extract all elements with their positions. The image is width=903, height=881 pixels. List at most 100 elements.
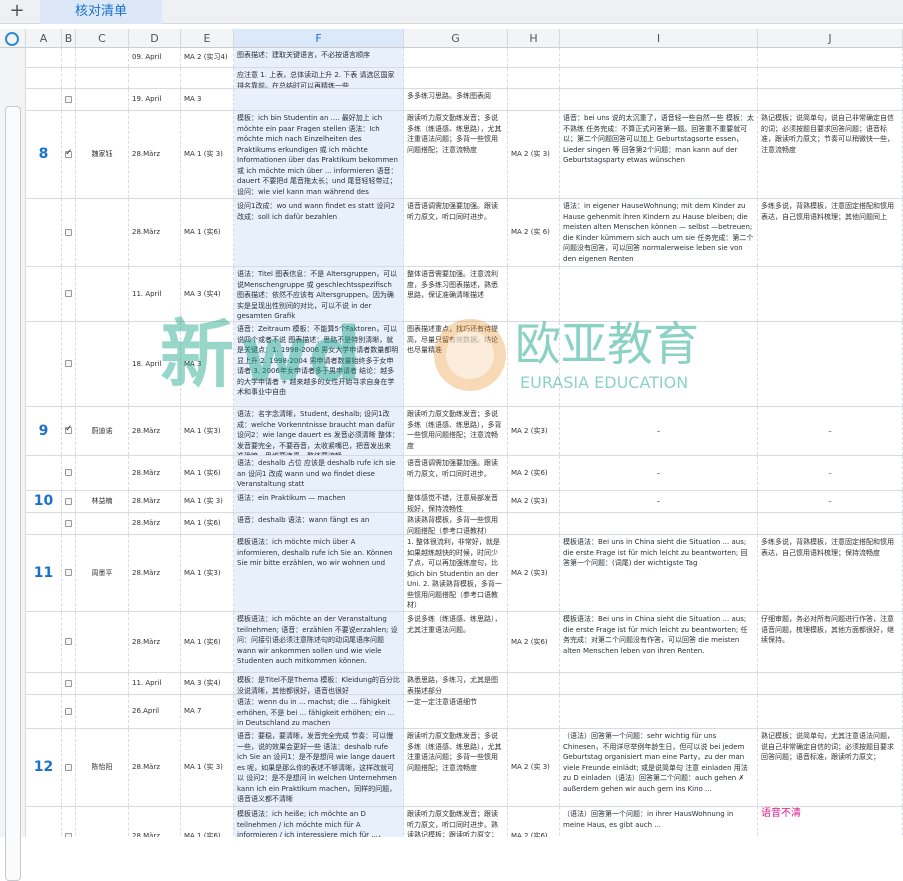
name-cell[interactable]	[76, 807, 129, 837]
feedback2-cell[interactable]: （语法）回答第一个问题：sehr wichtig für uns Chinese…	[560, 729, 758, 806]
task-cell[interactable]: MA 3	[181, 89, 234, 110]
name-cell[interactable]	[76, 89, 129, 110]
task-cell[interactable]: MA 1 (实3)	[181, 535, 234, 611]
row-number-cell[interactable]: 12	[26, 729, 62, 806]
column-header-j[interactable]: J	[758, 29, 903, 48]
name-cell[interactable]	[76, 48, 129, 67]
advice2-cell[interactable]: 语音不清	[758, 807, 903, 837]
name-cell[interactable]	[76, 456, 129, 490]
feedback-cell[interactable]: 语法：ein Praktikum — machen	[234, 491, 404, 512]
feedback2-cell[interactable]	[560, 513, 758, 534]
column-header-d[interactable]: D	[129, 29, 181, 48]
checkbox-cell[interactable]	[62, 695, 76, 728]
row-number-cell[interactable]	[26, 673, 62, 694]
feedback2-cell[interactable]: 语音：bei uns 说的太沉重了，语音轻一些自然一些 模板：太不熟练 任务完成…	[560, 111, 758, 198]
task2-cell[interactable]	[508, 267, 560, 321]
name-cell[interactable]	[76, 199, 129, 266]
row-number-cell[interactable]	[26, 456, 62, 490]
task2-cell[interactable]: MA 2 (实 3)	[508, 729, 560, 806]
row-number-cell[interactable]	[26, 695, 62, 728]
task-cell[interactable]	[181, 68, 234, 88]
column-header-a[interactable]: A	[26, 29, 62, 48]
advice2-cell[interactable]	[758, 89, 903, 110]
tab-checklist[interactable]: 核对清单	[40, 0, 162, 24]
date-cell[interactable]: 11. April	[129, 673, 181, 694]
task2-cell[interactable]	[508, 695, 560, 728]
task-cell[interactable]: MA 1 (实3)	[181, 407, 234, 455]
task-cell[interactable]: MA 1 (实 3)	[181, 111, 234, 198]
add-sheet-button[interactable]: +	[8, 1, 26, 21]
checkbox[interactable]	[65, 519, 72, 527]
advice2-cell[interactable]	[758, 322, 903, 406]
advice2-cell[interactable]: 多练多说，背熟模板，注意固定搭配和惯用表达，自己惯用语料梳理；保持流畅度	[758, 535, 903, 611]
date-cell[interactable]: 28.März	[129, 199, 181, 266]
feedback2-cell[interactable]	[560, 695, 758, 728]
row-number-cell[interactable]	[26, 68, 62, 88]
checkbox-cell[interactable]	[62, 267, 76, 321]
advice-cell[interactable]: 多说多练（练语感、练思路），尤其注重语法问题。	[404, 612, 508, 672]
checkbox-cell[interactable]	[62, 729, 76, 806]
date-cell[interactable]	[129, 68, 181, 88]
checkbox-cell[interactable]	[62, 807, 76, 837]
name-cell[interactable]	[76, 322, 129, 406]
advice2-cell[interactable]: –	[758, 456, 903, 490]
checkbox[interactable]	[65, 290, 72, 297]
checkbox[interactable]	[65, 424, 73, 435]
advice-cell[interactable]: 整体感觉不错，注意局部发音规好，保持流畅性	[404, 491, 508, 512]
date-cell[interactable]: 09. April	[129, 48, 181, 67]
checkbox-cell[interactable]	[62, 68, 76, 88]
feedback2-cell[interactable]: （语法）回答第一个问题：in ihrer HausWohnung in mein…	[560, 807, 758, 837]
task2-cell[interactable]	[508, 322, 560, 406]
checkbox-cell[interactable]	[62, 491, 76, 512]
name-cell[interactable]: 蔚迪诺	[76, 407, 129, 455]
column-header-c[interactable]: C	[76, 29, 129, 48]
name-cell[interactable]: 周墨平	[76, 535, 129, 611]
row-number-cell[interactable]	[26, 513, 62, 534]
advice2-cell[interactable]	[758, 267, 903, 321]
date-cell[interactable]: 28.März	[129, 111, 181, 198]
task2-cell[interactable]: MA 2 (实6)	[508, 612, 560, 672]
row-number-cell[interactable]	[26, 267, 62, 321]
advice2-cell[interactable]: –	[758, 491, 903, 512]
task-cell[interactable]: MA 1 (实6)	[181, 456, 234, 490]
column-header-e[interactable]: E	[181, 29, 234, 48]
feedback2-cell[interactable]	[560, 267, 758, 321]
task-cell[interactable]: MA 3 (实4)	[181, 673, 234, 694]
advice2-cell[interactable]	[758, 68, 903, 88]
checkbox[interactable]	[65, 228, 72, 236]
advice2-cell[interactable]: 熟记模板；说简单句，尤其注意语法问题，说自己非常确定自信的词；必须按题目要求回答…	[758, 729, 903, 806]
checkbox-cell[interactable]	[62, 513, 76, 534]
task2-cell[interactable]: MA 2 (实6)	[508, 807, 560, 837]
feedback-cell[interactable]: 模板语法：ich heiße; ich möchte an D teilnehm…	[234, 807, 404, 837]
advice2-cell[interactable]	[758, 695, 903, 728]
feedback2-cell[interactable]	[560, 68, 758, 88]
advice2-cell[interactable]	[758, 48, 903, 67]
task-cell[interactable]: MA 7	[181, 695, 234, 728]
task2-cell[interactable]: MA 2 (实 3)	[508, 111, 560, 198]
task2-cell[interactable]	[508, 673, 560, 694]
checkbox[interactable]	[65, 469, 72, 476]
column-header-f[interactable]: F	[234, 29, 404, 48]
feedback2-cell[interactable]: –	[560, 407, 758, 455]
feedback-cell[interactable]: 语音：Zeitraum 模板：不能算5个Faktoren，可以说四个或者不说 图…	[234, 322, 404, 406]
task-cell[interactable]: MA 2 (实习4)	[181, 48, 234, 67]
feedback-cell[interactable]: 图表描述：建取关键语言，不必按语言顺序	[234, 48, 404, 67]
checkbox-cell[interactable]	[62, 456, 76, 490]
row-number-cell[interactable]	[26, 89, 62, 110]
feedback-cell[interactable]: 语法：deshalb 占位 应该是 deshalb rufe ich sie a…	[234, 456, 404, 490]
date-cell[interactable]: 28.März	[129, 407, 181, 455]
checkbox[interactable]	[65, 707, 72, 715]
row-number-cell[interactable]	[26, 199, 62, 266]
name-cell[interactable]	[76, 68, 129, 88]
feedback-cell[interactable]	[234, 89, 404, 110]
row-number-cell[interactable]	[26, 612, 62, 672]
task2-cell[interactable]: MA 2 (实3)	[508, 535, 560, 611]
task-cell[interactable]: MA 1 (实 3)	[181, 491, 234, 512]
checkbox[interactable]	[65, 679, 72, 687]
task-cell[interactable]: MA 3 (实4)	[181, 267, 234, 321]
row-number-cell[interactable]	[26, 322, 62, 406]
column-header-b[interactable]: B	[62, 29, 76, 48]
name-cell[interactable]: 陈怡阳	[76, 729, 129, 806]
advice2-cell[interactable]: 多练多说，背熟模板，注意固定搭配和惯用表达，自己惯用语料梳理；其他问题同上	[758, 199, 903, 266]
advice2-cell[interactable]	[758, 513, 903, 534]
